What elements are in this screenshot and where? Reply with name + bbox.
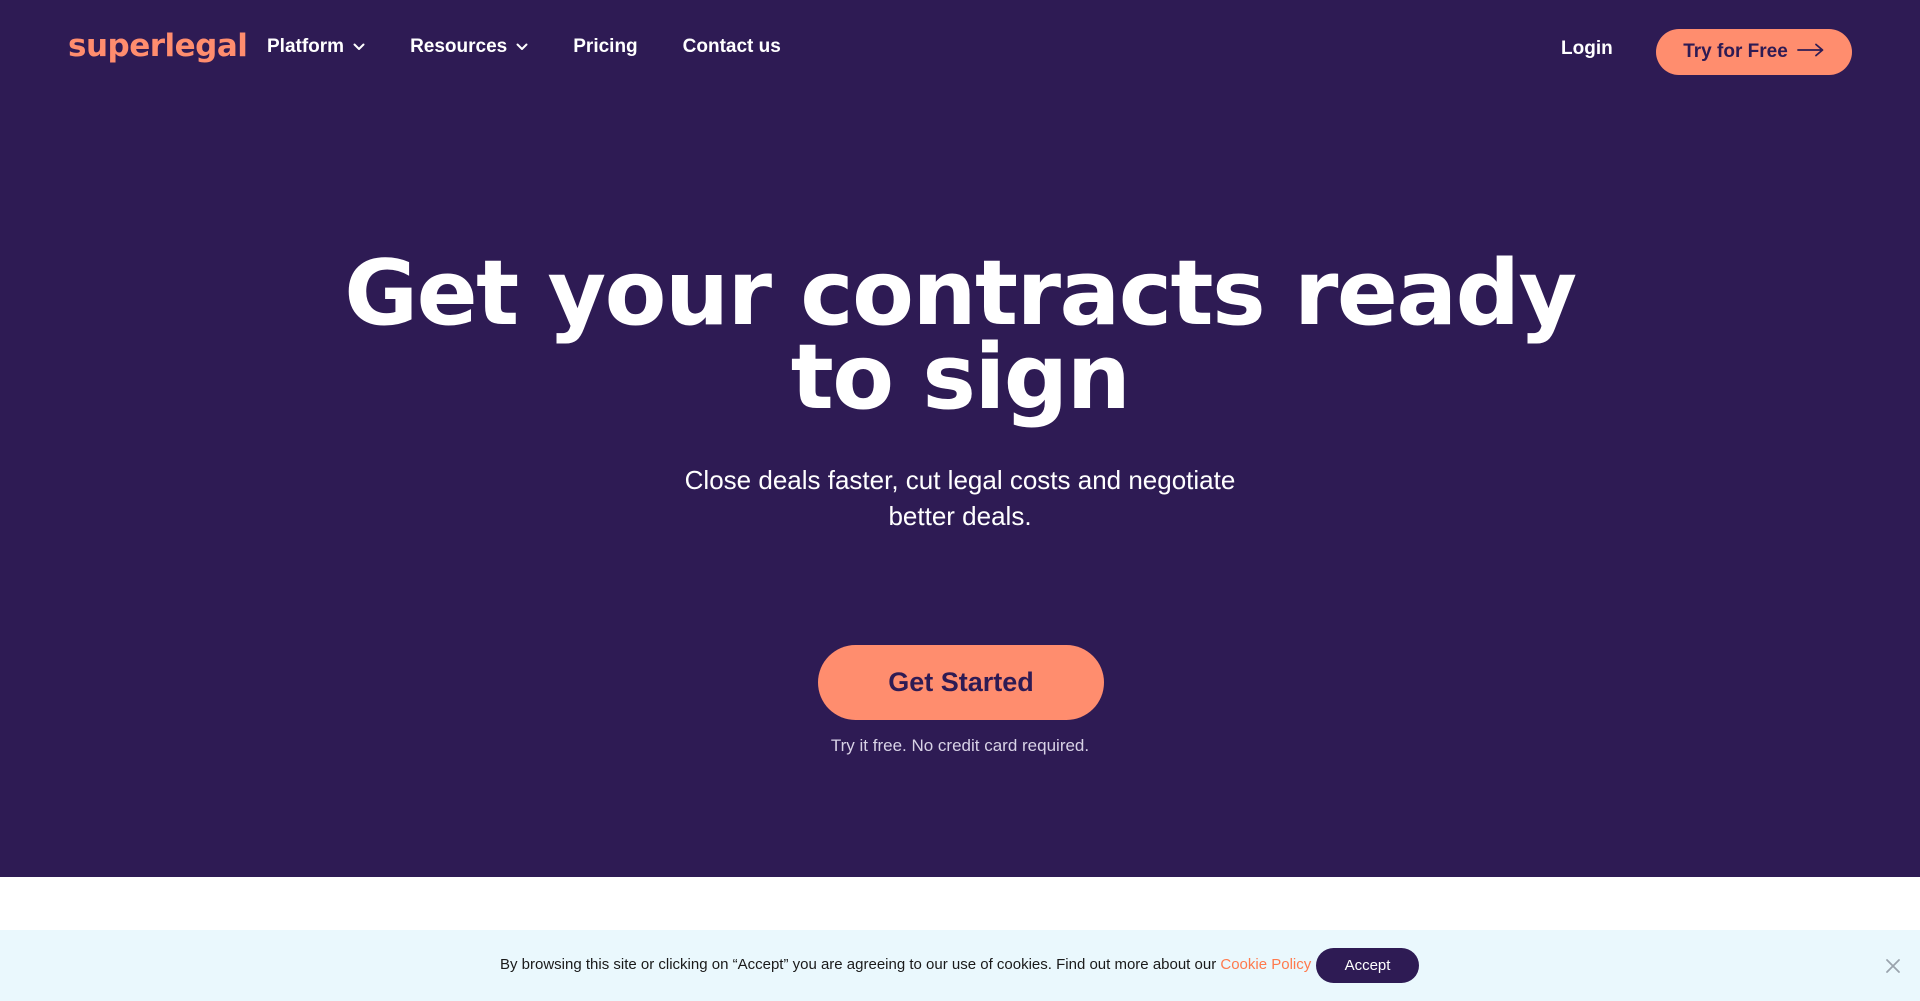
cta-note: Try it free. No credit card required. [830,736,1090,755]
nav-item-label: Platform [267,36,345,57]
nav-item-label: Pricing [573,36,638,57]
nav-item-label: Contact us [682,36,781,57]
cookie-text: By browsing this site or clicking on “Ac… [500,956,1221,973]
login-link[interactable]: Login [1561,38,1613,60]
headline-line-2: to sign [790,325,1131,430]
subhead-line-2: better deals. [888,501,1032,531]
subhead-line-1: Close deals faster, cut legal costs and … [684,465,1236,495]
hero-subheading: Close deals faster, cut legal costs and … [660,462,1260,534]
arrow-right-icon [1796,41,1825,63]
nav-item-pricing[interactable]: Pricing [573,36,637,58]
nav-item-resources[interactable]: Resources [410,36,528,58]
get-started-button[interactable]: Get Started [818,645,1104,720]
cookie-message: By browsing this site or clicking on “Ac… [500,956,1311,973]
try-for-free-label: Try for Free [1683,41,1788,62]
nav-links: Platform Resources Pricing Contact us [267,36,826,58]
accept-cookies-button[interactable]: Accept [1316,948,1419,983]
close-icon[interactable] [1884,957,1902,975]
cookie-banner: By browsing this site or clicking on “Ac… [0,930,1920,1001]
cookie-policy-link[interactable]: Cookie Policy [1220,956,1311,973]
nav-item-platform[interactable]: Platform [267,36,365,58]
top-navigation: superlegal Platform Resources Pricing Co… [0,0,1920,100]
superlegal-logo[interactable]: superlegal [68,28,248,64]
chevron-down-icon [353,43,365,51]
nav-item-contact-us[interactable]: Contact us [683,36,781,58]
chevron-down-icon [516,43,528,51]
hero-section: superlegal Platform Resources Pricing Co… [0,0,1920,877]
headline-line-1: Get your contracts ready [344,241,1577,346]
nav-item-label: Resources [410,36,508,57]
try-for-free-button[interactable]: Try for Free [1656,29,1852,75]
hero-headline: Get your contracts ready to sign [0,241,1920,430]
